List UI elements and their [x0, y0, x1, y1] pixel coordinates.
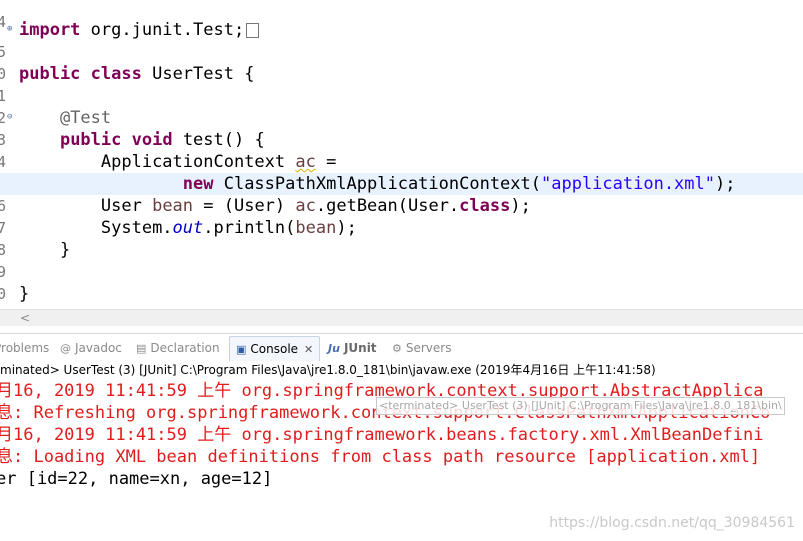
collapsed-imports-icon[interactable]: [246, 22, 260, 38]
expand-fold-icon[interactable]: ⊕: [7, 25, 16, 34]
console-line: er [id=22, name=xn, age=12]: [0, 469, 273, 489]
status-tooltip: <terminated> UserTest (3) [JUnit] C:\Pro…: [376, 397, 785, 415]
code-line[interactable]: 3 ⊖ @Test: [0, 107, 803, 149]
statement-end: );: [715, 174, 736, 194]
tab-javadoc[interactable]: @ Javadoc: [60, 336, 122, 360]
method-call: .println(: [203, 218, 296, 238]
tab-label: Javadoc: [75, 341, 122, 355]
keyword-public: public: [19, 64, 81, 84]
variable-bean: bean: [295, 218, 337, 238]
variable-bean: bean: [152, 196, 194, 216]
keyword-public: public: [59, 130, 122, 150]
tab-label: JUnit: [343, 341, 377, 355]
code-line[interactable]: 1 }: [0, 283, 803, 310]
class-declaration: UserTest {: [141, 64, 255, 84]
console-icon: ▣: [236, 343, 247, 356]
servers-icon: ⚙: [392, 342, 402, 355]
import-statement: org.junit.Test;: [80, 20, 245, 40]
horizontal-scrollbar[interactable]: <: [0, 309, 803, 326]
keyword-new: new: [182, 174, 214, 194]
method-call: .getBean(User.: [315, 196, 460, 216]
system-class: System.: [100, 218, 173, 238]
keyword-void: void: [131, 130, 173, 150]
code-line[interactable]: 5 ⊕ import org.junit.Test;: [0, 19, 803, 61]
at-icon: @: [60, 342, 71, 355]
test-annotation: @Test: [59, 108, 112, 128]
code-line[interactable]: 2: [0, 85, 803, 127]
tab-declaration[interactable]: ▤ Declaration: [136, 336, 220, 360]
console-line: 月16, 2019 11:41:59 上午 org.springframewor…: [0, 425, 764, 445]
tab-label: Problems: [0, 341, 50, 355]
code-line-current[interactable]: 6 new ClassPathXmlApplicationContext("ap…: [0, 173, 803, 215]
collapse-fold-icon[interactable]: ⊖: [7, 113, 16, 122]
assignment-operator: =: [315, 152, 337, 172]
close-icon[interactable]: ✕: [304, 343, 313, 356]
junit-icon: Ju: [328, 342, 340, 355]
statement-end: );: [336, 218, 357, 238]
string-literal: "application.xml": [541, 174, 715, 194]
type-name: ApplicationContext: [100, 152, 296, 172]
keyword-class: class: [90, 64, 142, 84]
tab-label: Console: [250, 342, 299, 356]
keyword-class: class: [459, 196, 511, 216]
method-signature: test() {: [172, 130, 265, 150]
code-line[interactable]: 0: [0, 261, 803, 303]
code-line[interactable]: 4: [0, 0, 803, 31]
statement-end: );: [510, 196, 531, 216]
closing-brace: }: [59, 240, 71, 260]
tab-problems[interactable]: Problems: [0, 336, 49, 360]
code-line[interactable]: 8 System.out.println(bean);: [0, 217, 803, 259]
variable-ac: ac: [295, 152, 316, 172]
code-line[interactable]: 4 public void test() {: [0, 129, 803, 171]
code-editor[interactable]: 4 5 ⊕ import org.junit.Test; 0 1 public …: [0, 0, 803, 310]
static-field-out: out: [172, 218, 204, 238]
view-tab-bar: Problems @ Javadoc ▤Declaration ▣Console ✕…: [0, 333, 803, 362]
code-line[interactable]: 5 ApplicationContext ac =: [0, 151, 803, 193]
tab-label: Servers: [405, 341, 452, 355]
console-line: 息: Loading XML bean definitions from cla…: [0, 447, 761, 467]
type-name: User: [100, 196, 153, 216]
cast-expression: = (User): [193, 196, 296, 216]
tab-label: Declaration: [150, 341, 220, 355]
constructor-call: ClassPathXmlApplicationContext(: [213, 174, 541, 194]
tab-junit[interactable]: Ju JUnit: [328, 336, 377, 360]
variable-ac: ac: [295, 196, 316, 216]
code-line[interactable]: 0: [0, 41, 803, 83]
tab-servers[interactable]: ⚙ Servers: [392, 336, 451, 360]
closing-brace: }: [19, 284, 30, 304]
declaration-icon: ▤: [136, 342, 147, 355]
code-line[interactable]: 9 }: [0, 239, 803, 281]
code-line[interactable]: 1 public class UserTest {: [0, 63, 803, 105]
scroll-left-icon[interactable]: <: [20, 311, 30, 325]
console-output[interactable]: 月16, 2019 11:41:59 上午 org.springframewor…: [0, 380, 803, 541]
code-line[interactable]: 7 User bean = (User) ac.getBean(User.cla…: [0, 195, 803, 237]
tab-console[interactable]: ▣ Console ✕: [229, 336, 321, 361]
keyword-import: import: [19, 20, 81, 40]
console-status-line: minated> UserTest (3) [JUnit] C:\Program…: [0, 363, 656, 377]
watermark: https://blog.csdn.net/qq_30984561: [549, 515, 795, 531]
